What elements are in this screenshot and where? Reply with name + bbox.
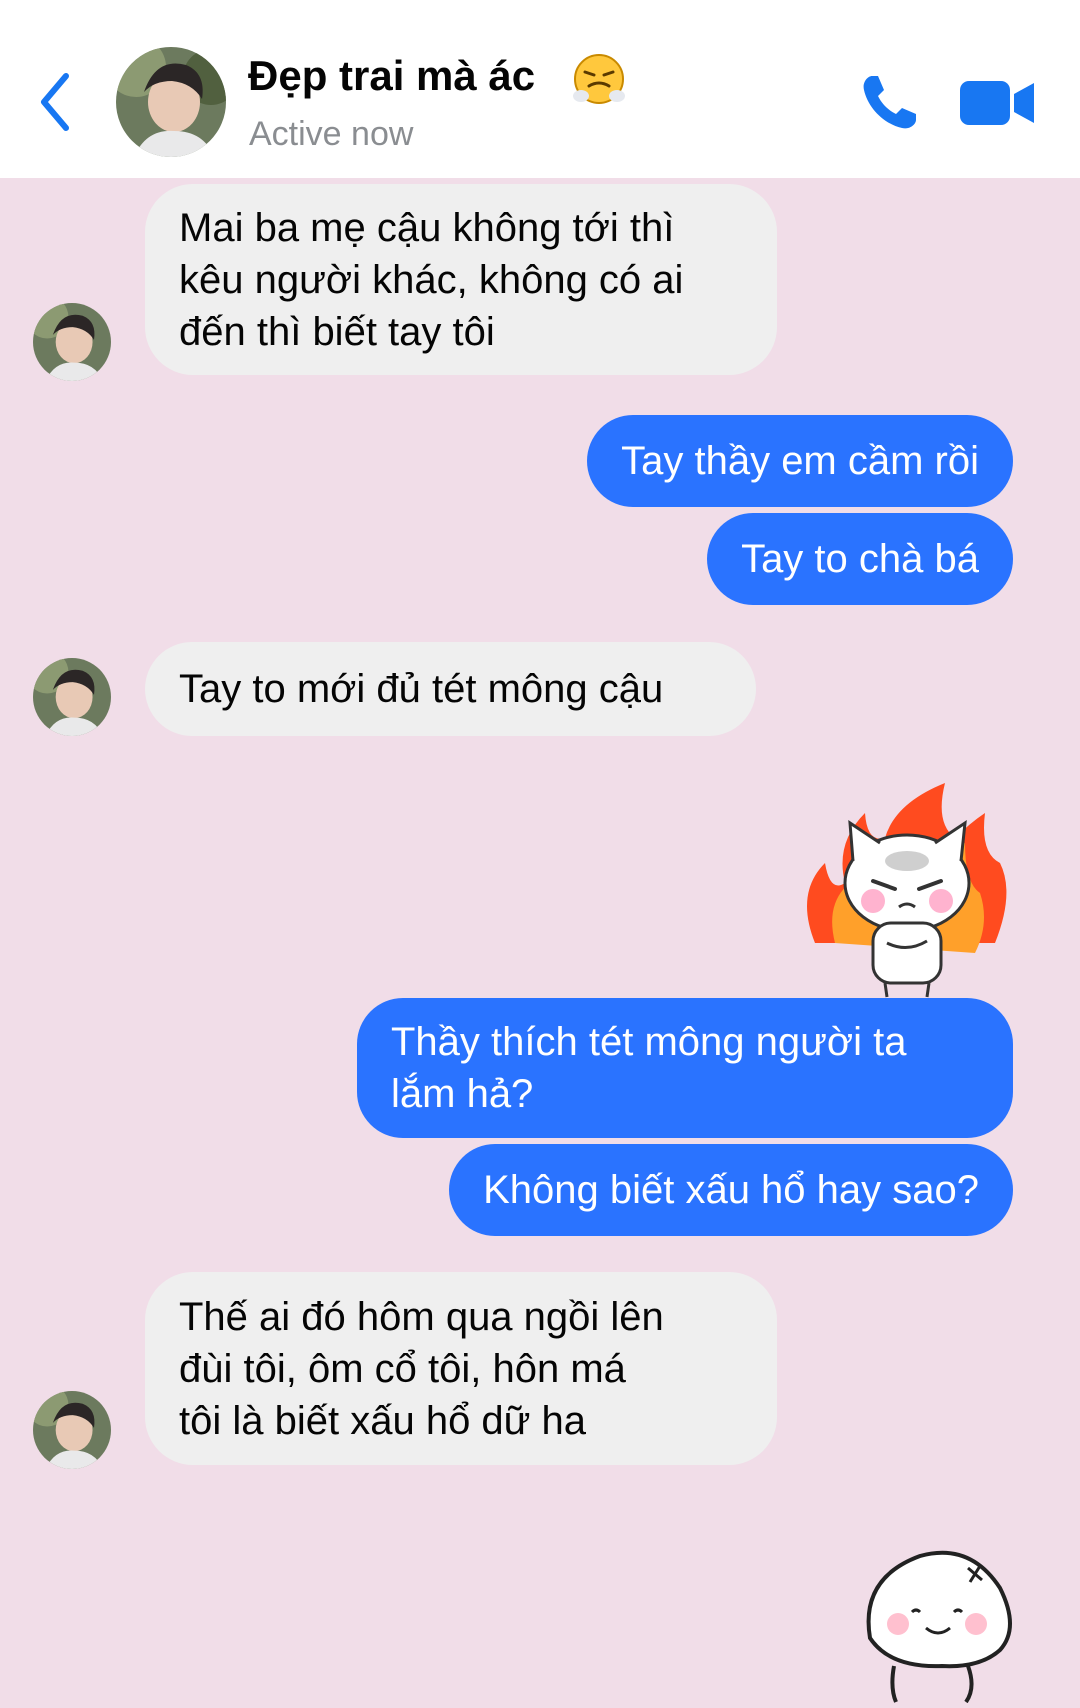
incoming-message[interactable]: Thế ai đó hôm qua ngồi lên đùi tôi, ôm c… [145,1272,777,1465]
contact-name: Đẹp trai mà ác [248,52,536,99]
incoming-message[interactable]: Tay to mới đủ tét mông cậu [145,642,756,736]
contact-avatar-small[interactable] [33,658,111,736]
video-camera-icon [960,81,1034,125]
angry-cat-fire-sticker[interactable] [795,783,1015,998]
chat-header: Đẹp trai mà ác Active now [0,0,1080,178]
chevron-left-icon [41,73,69,131]
phone-icon [863,76,916,129]
blushing-dumpling-sticker[interactable] [850,1538,1020,1704]
contact-avatar-small[interactable] [33,303,111,381]
voice-call-button[interactable] [858,72,920,134]
video-call-button[interactable] [960,78,1036,128]
face-with-steam-emoji-icon [572,52,626,106]
active-status: Active now [249,115,414,153]
outgoing-message[interactable]: Tay to chà bá [707,513,1013,605]
contact-avatar[interactable] [116,47,226,157]
back-button[interactable] [36,70,76,134]
contact-avatar-small[interactable] [33,1391,111,1469]
outgoing-message[interactable]: Thầy thích tét mông người ta lắm hả? [357,998,1013,1138]
incoming-message[interactable]: Mai ba mẹ cậu không tới thì kêu người kh… [145,184,777,375]
outgoing-message[interactable]: Không biết xấu hổ hay sao? [449,1144,1013,1236]
message-list[interactable]: Mai ba mẹ cậu không tới thì kêu người kh… [0,178,1080,1704]
outgoing-message[interactable]: Tay thầy em cầm rồi [587,415,1013,507]
